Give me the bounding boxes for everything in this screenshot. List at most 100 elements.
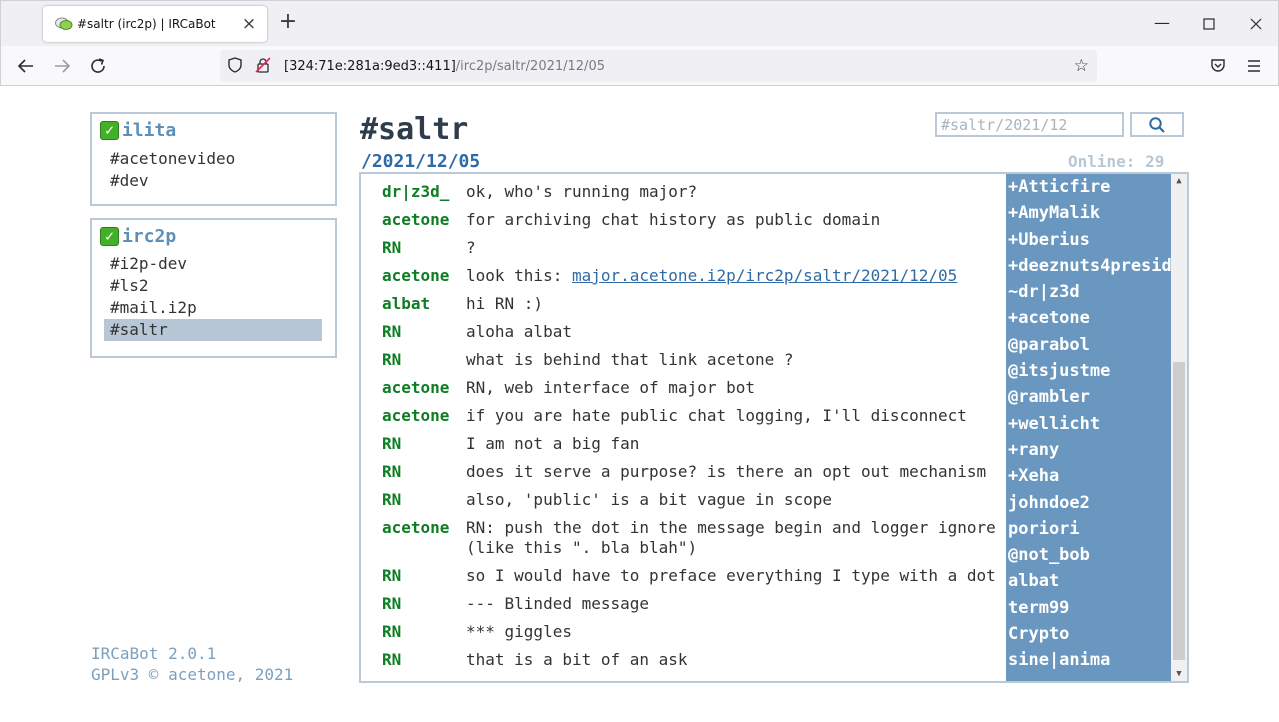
browser-tab[interactable]: #saltr (irc2p) | IRCaBot × — [43, 6, 267, 42]
user-list-item[interactable]: +Atticfire — [1006, 174, 1171, 200]
message-body: --- Blinded message — [466, 594, 650, 613]
message-body: ok, who's running major? — [466, 182, 698, 201]
channel-link[interactable]: #ls2 — [104, 275, 322, 297]
network-box-irc2p: ✓ irc2p #i2p-dev #ls2 #mail.i2p #saltr — [90, 218, 337, 358]
user-list-item[interactable]: albat — [1006, 568, 1171, 594]
message-row: RN *** giggles — [382, 622, 1007, 642]
message-nick[interactable]: RN — [382, 622, 466, 642]
message-nick[interactable]: RN — [382, 490, 466, 510]
url-host: [324:71e:281a:9ed3::411] — [284, 58, 456, 74]
message-row: acetone RN: push the dot in the message b… — [382, 518, 1007, 558]
network-name[interactable]: irc2p — [122, 226, 176, 247]
user-list-item[interactable]: ~dr|z3d — [1006, 279, 1171, 305]
network-box-ilita: ✓ ilita #acetonevideo #dev — [90, 112, 337, 206]
message-row: albat hi RN :) — [382, 294, 1007, 314]
network-name[interactable]: ilita — [122, 120, 176, 141]
message-text: *** giggles — [466, 622, 572, 642]
message-nick[interactable]: RN — [382, 650, 466, 670]
user-list-item[interactable]: @rambler — [1006, 384, 1171, 410]
scrollbar[interactable]: ▲ ▼ — [1171, 174, 1187, 681]
user-list-item[interactable]: @parabol — [1006, 332, 1171, 358]
user-list-item[interactable]: +deeznuts4president — [1006, 253, 1171, 279]
reload-icon[interactable] — [86, 54, 110, 78]
search-input[interactable] — [935, 112, 1124, 137]
user-list-item[interactable]: +rany — [1006, 437, 1171, 463]
menu-icon[interactable] — [1242, 54, 1266, 78]
message-nick[interactable]: acetone — [382, 406, 466, 426]
message-nick[interactable]: dr|z3d_ — [382, 182, 466, 202]
date-breadcrumb[interactable]: /2021/12/05 — [361, 151, 480, 172]
pocket-icon[interactable] — [1206, 54, 1230, 78]
address-bar[interactable]: [324:71e:281a:9ed3::411]/irc2p/saltr/202… — [220, 50, 1097, 82]
online-count: Online: 29 — [1068, 152, 1165, 171]
shield-icon[interactable] — [226, 57, 244, 75]
page-title: #saltr — [360, 112, 469, 147]
message-body: look this: — [466, 266, 572, 285]
message-nick[interactable]: RN — [382, 566, 466, 586]
message-row: RN aloha albat — [382, 322, 1007, 342]
message-nick[interactable]: RN — [382, 434, 466, 454]
message-nick[interactable]: acetone — [382, 378, 466, 398]
forward-icon[interactable] — [50, 54, 74, 78]
url-path: /irc2p/saltr/2021/12/05 — [455, 58, 605, 74]
user-list-item[interactable]: +AmyMalik — [1006, 200, 1171, 226]
message-list: dr|z3d_ ok, who's running major? acetone fo… — [361, 174, 1007, 681]
message-text: aloha albat — [466, 322, 572, 342]
footer-license: GPLv3 © acetone, 2021 — [91, 665, 294, 684]
message-nick[interactable]: acetone — [382, 518, 466, 558]
scroll-up-icon[interactable]: ▲ — [1171, 174, 1187, 188]
close-tab-icon[interactable]: × — [237, 16, 261, 33]
new-tab-icon[interactable]: + — [277, 11, 299, 34]
message-nick[interactable]: RN — [382, 322, 466, 342]
user-list-item[interactable]: +Xeha — [1006, 463, 1171, 489]
minimize-icon[interactable]: — — [1150, 12, 1174, 36]
online-check-icon: ✓ — [100, 121, 119, 140]
back-icon[interactable] — [14, 54, 38, 78]
message-row: acetone look this: major.acetone.i2p/irc2… — [382, 266, 1007, 286]
search-button[interactable] — [1130, 112, 1184, 137]
channel-link[interactable]: #mail.i2p — [104, 297, 322, 319]
channel-link[interactable]: #i2p-dev — [104, 253, 322, 275]
nav-toolbar: [324:71e:281a:9ed3::411]/irc2p/saltr/202… — [0, 46, 1279, 86]
message-link[interactable]: major.acetone.i2p/irc2p/saltr/2021/12/05 — [572, 266, 957, 285]
scroll-down-icon[interactable]: ▼ — [1171, 667, 1187, 681]
message-body-continued: (like this ". bla blah") — [466, 538, 698, 557]
message-text: RN: push the dot in the message begin an… — [466, 518, 1007, 558]
user-list-item[interactable]: poriori — [1006, 516, 1171, 542]
user-list-item[interactable]: @itsjustme — [1006, 358, 1171, 384]
user-list-item[interactable]: @not_bob — [1006, 542, 1171, 568]
message-text: that is a bit of an ask — [466, 650, 688, 670]
insecure-lock-icon[interactable] — [254, 57, 272, 75]
message-nick[interactable]: albat — [382, 294, 466, 314]
message-nick[interactable]: RN — [382, 238, 466, 258]
bookmark-star-icon[interactable]: ☆ — [1074, 56, 1089, 76]
channel-link-active[interactable]: #saltr — [104, 319, 322, 341]
user-list-item[interactable]: term99 — [1006, 595, 1171, 621]
user-list-item[interactable]: sine|anima — [1006, 647, 1171, 673]
message-nick[interactable]: acetone — [382, 266, 466, 286]
message-text: look this: major.acetone.i2p/irc2p/saltr… — [466, 266, 957, 286]
channel-link[interactable]: #dev — [104, 170, 322, 192]
scroll-thumb[interactable] — [1173, 362, 1185, 660]
message-body: aloha albat — [466, 322, 572, 341]
maximize-icon[interactable] — [1197, 12, 1221, 36]
message-nick[interactable]: RN — [382, 594, 466, 614]
message-nick[interactable]: RN — [382, 462, 466, 482]
message-nick[interactable]: acetone — [382, 210, 466, 230]
user-list-item[interactable]: +acetone — [1006, 305, 1171, 331]
message-body: that is a bit of an ask — [466, 650, 688, 669]
channel-list: #acetonevideo #dev — [92, 148, 335, 192]
message-row: acetone if you are hate public chat loggi… — [382, 406, 1007, 426]
user-list-item[interactable]: +Uberius — [1006, 227, 1171, 253]
user-list-item[interactable]: Crypto — [1006, 621, 1171, 647]
channel-link[interactable]: #acetonevideo — [104, 148, 322, 170]
user-list-item[interactable]: johndoe2 — [1006, 490, 1171, 516]
message-body: hi RN :) — [466, 294, 544, 313]
user-list-item[interactable]: +wellicht — [1006, 411, 1171, 437]
search-icon — [1149, 117, 1165, 133]
network-header: ✓ irc2p — [100, 226, 335, 247]
close-window-icon[interactable] — [1244, 12, 1268, 36]
message-row: acetone RN, web interface of major bot — [382, 378, 1007, 398]
message-nick[interactable]: RN — [382, 350, 466, 370]
message-text: I am not a big fan — [466, 434, 639, 454]
